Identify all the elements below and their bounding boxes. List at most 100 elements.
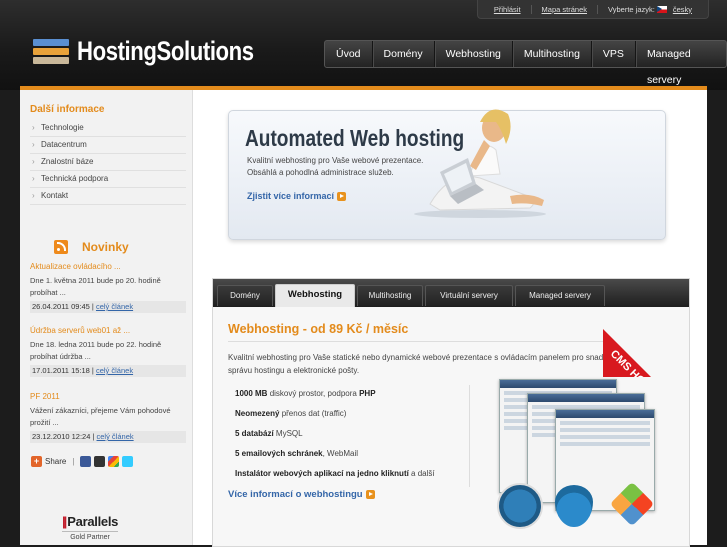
news-item-date: 17.01.2011 15:18 — [32, 366, 90, 375]
nav-vps[interactable]: VPS — [592, 41, 636, 67]
page-content: Další informace Technologie Datacentrum … — [20, 90, 707, 547]
news-item-link[interactable]: celý článek — [96, 302, 133, 311]
feature-item: 1000 MB diskový prostor, podpora PHP — [235, 389, 376, 398]
hero-line-1: Kvalitní webhosting pro Vaše webové prez… — [247, 156, 424, 165]
feature-text: MySQL — [273, 429, 303, 438]
hero-text: Kvalitní webhosting pro Vaše webové prez… — [247, 155, 423, 179]
nav-multihosting[interactable]: Multihosting — [513, 41, 592, 67]
news-item-date: 23.12.2010 12:24 — [32, 432, 91, 441]
news-item-date: 26.04.2011 09:45 — [32, 302, 90, 311]
nav-domeny[interactable]: Domény — [373, 41, 435, 67]
feature-bold: Neomezený — [235, 409, 280, 418]
feature-text: diskový prostor, podpora — [267, 389, 360, 398]
news-header: Novinky — [54, 240, 129, 254]
feature-item: 5 emailových schránek, WebMail — [235, 449, 358, 458]
feature-text: , WebMail — [322, 449, 359, 458]
news-item: Aktualizace ovládacího ... Dne 1. května… — [30, 262, 186, 313]
parallels-badge[interactable]: || Parallels Gold Partner — [62, 514, 118, 541]
sidebar-item-datacentrum[interactable]: Datacentrum — [30, 137, 186, 154]
facebook-icon[interactable] — [80, 456, 92, 467]
share-separator: | — [72, 457, 75, 466]
news-item-footer: 17.01.2011 15:18 | celý článek — [30, 365, 186, 377]
rss-icon[interactable] — [54, 240, 68, 254]
sidebar-item-technologie[interactable]: Technologie — [30, 120, 186, 137]
server-stack-icon — [33, 38, 69, 65]
tab-domeny[interactable]: Domény — [217, 285, 273, 306]
webhosting-title: Webhosting - od 89 Kč / měsíc — [228, 322, 409, 336]
news-item-text: Dne 18. ledna 2011 bude po 22. hodině pr… — [30, 340, 162, 361]
twitter-icon[interactable] — [122, 456, 134, 467]
drupal-icon — [555, 485, 593, 527]
arrow-right-icon — [365, 489, 375, 499]
feature-bold-2: PHP — [359, 389, 376, 398]
hero-more-label: Zjistit více informací — [247, 191, 335, 201]
news-item: PF 2011 Vážení zákazníci, přejeme Vám po… — [30, 392, 186, 443]
google-icon[interactable] — [108, 456, 120, 467]
arrow-right-icon — [337, 192, 347, 202]
tab-webhosting[interactable]: Webhosting — [275, 284, 355, 307]
webhosting-description: Kvalitní webhosting pro Vaše statické ne… — [228, 353, 617, 375]
sidebar-menu: Technologie Datacentrum Znalostní báze T… — [30, 120, 186, 205]
share-plus-icon[interactable]: + — [31, 456, 42, 467]
control-panel-screenshots — [493, 379, 663, 529]
sidebar-item-technicka-podpora[interactable]: Technická podpora — [30, 171, 186, 188]
sidebar-item-znalostni-baze[interactable]: Znalostní báze — [30, 154, 186, 171]
webhosting-more-link[interactable]: Více informací o webhostingu — [228, 489, 375, 500]
parallels-bars-icon: || — [62, 514, 67, 529]
feature-bold: 5 databází — [235, 429, 274, 438]
cms-hosting-ribbon: CMS HOSTING — [603, 297, 703, 377]
news-item-title[interactable]: Aktualizace ovládacího ... — [30, 262, 186, 271]
partner-level: Gold Partner — [62, 531, 119, 541]
sidebar-item-kontakt[interactable]: Kontakt — [30, 188, 186, 205]
feature-item: Neomezený přenos dat (traffic) — [235, 409, 346, 418]
site-logo[interactable]: HostingSolutions — [33, 36, 292, 67]
ribbon-text: CMS HOSTING — [603, 323, 696, 377]
news-item-text: Dne 1. května 2011 bude po 20. hodině pr… — [30, 276, 161, 297]
wordpress-icon — [497, 483, 543, 529]
news-item-link[interactable]: celý článek — [97, 432, 134, 441]
sidebar: Další informace Technologie Datacentrum … — [20, 90, 193, 545]
product-tabs-panel: Domény Webhosting Multihosting Virtuální… — [212, 278, 696, 547]
sitemap-link[interactable]: Mapa stránek — [532, 4, 598, 14]
language-label-text: Vyberte jazyk: — [608, 4, 655, 14]
woman-laptop-illustration — [414, 109, 546, 218]
news-item-text: Vážení zákazníci, přejeme Vám pohodové p… — [30, 406, 171, 427]
webhosting-more-label: Více informací o webhostingu — [228, 489, 363, 500]
feature-item: Instalátor webových aplikací na jedno kl… — [235, 469, 435, 478]
tab-multihosting[interactable]: Multihosting — [357, 285, 423, 306]
divider — [228, 341, 608, 342]
share-bar: + Share | — [31, 456, 136, 467]
parallels-name: Parallels — [67, 514, 119, 529]
news-title: Novinky — [82, 240, 129, 254]
feature-bold: 5 emailových schránek — [235, 449, 323, 458]
tab-managed-servery[interactable]: Managed servery — [515, 285, 605, 306]
tab-virtualni-servery[interactable]: Virtuální servery — [425, 285, 513, 306]
feature-item: 5 databází MySQL — [235, 429, 303, 438]
hero-line-2: Obsáhlá a pohodlná administrace služeb. — [247, 168, 394, 177]
language-label: Vyberte jazyk: — [598, 5, 669, 14]
news-item-footer: 23.12.2010 12:24 | celý článek — [30, 431, 186, 443]
news-item-title[interactable]: Údržba serverů web01 až ... — [30, 326, 186, 335]
feature-bold: 1000 MB — [235, 389, 268, 398]
news-item-link[interactable]: celý článek — [96, 366, 133, 375]
news-item: Údržba serverů web01 až ... Dne 18. ledn… — [30, 326, 186, 377]
top-utility-bar: Přihlásit Mapa stránek Vyberte jazyk: če… — [476, 0, 709, 19]
nav-managed-servery[interactable]: Managed servery — [636, 41, 726, 86]
sidebar-title: Další informace — [30, 104, 105, 115]
nav-webhosting[interactable]: Webhosting — [435, 41, 513, 67]
feature-divider — [469, 385, 470, 487]
myspace-icon[interactable] — [94, 456, 106, 467]
hero-more-link[interactable]: Zjistit více informací — [247, 191, 347, 202]
brand-name: HostingSolutions — [77, 36, 254, 66]
share-label[interactable]: Share — [45, 457, 66, 466]
feature-text: přenos dat (traffic) — [279, 409, 347, 418]
feature-text: a další — [408, 469, 435, 478]
language-select-link[interactable]: česky — [669, 5, 702, 14]
news-item-title[interactable]: PF 2011 — [30, 392, 186, 401]
site-header: Přihlásit Mapa stránek Vyberte jazyk: če… — [0, 0, 727, 90]
login-link[interactable]: Přihlásit — [484, 4, 532, 14]
parallels-logo: || Parallels — [62, 514, 118, 529]
czech-flag-icon — [656, 6, 667, 14]
nav-uvod[interactable]: Úvod — [325, 41, 373, 67]
feature-bold: Instalátor webových aplikací na jedno kl… — [235, 469, 409, 478]
